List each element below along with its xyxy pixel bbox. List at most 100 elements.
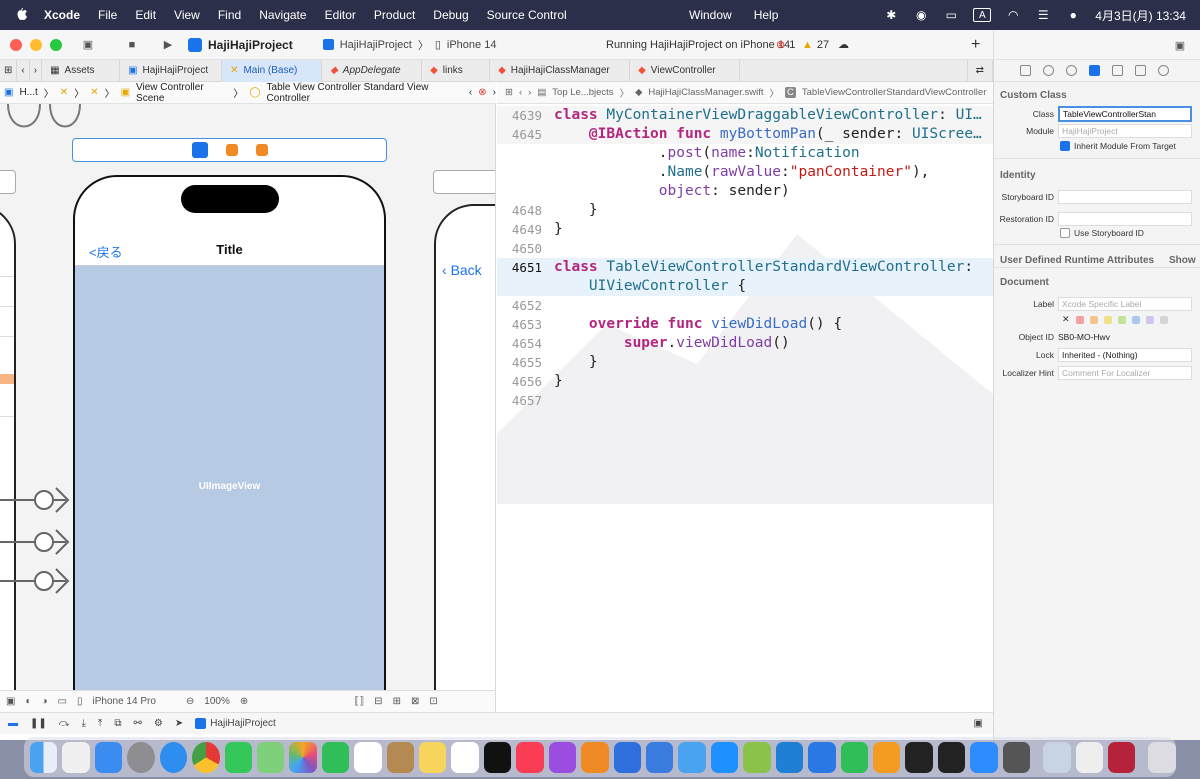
vscode-icon[interactable] [775,741,804,773]
red-swatch[interactable] [1075,315,1084,324]
podcasts-icon[interactable] [548,741,577,773]
play-circle-icon[interactable]: ◉ [913,8,929,22]
jump-scene[interactable]: View Controller Scene [136,82,227,104]
yellow-swatch[interactable] [1103,315,1112,324]
project-title[interactable]: HajiHajiProject [188,37,293,52]
code-line[interactable]: object: sender) [497,182,993,201]
next-scene[interactable]: ‹ Back [434,204,495,690]
use-storyboard-id-row[interactable]: Use Storyboard ID [1060,228,1144,238]
size-inspector-icon[interactable] [1135,65,1146,76]
storyboard-canvas[interactable]: <戻る Title UIImageView ‹ Back [0,104,496,690]
menu-find[interactable]: Find [218,8,241,22]
scene-dock[interactable] [72,138,387,162]
memory-graph-icon[interactable]: ⚯ [133,718,141,729]
textedit-icon[interactable] [1075,741,1103,773]
blue-swatch[interactable] [1131,315,1140,324]
safari-icon[interactable] [159,741,188,773]
code-line[interactable]: 4655 } [497,353,993,372]
tab-appdelegate[interactable]: ◆ AppDelegate [322,59,423,82]
code-line[interactable]: 4648 } [497,201,993,220]
app-store-icon[interactable] [710,741,739,773]
previous-scene[interactable] [0,204,16,690]
code-line[interactable]: 4657 [497,391,993,410]
input-source-indicator[interactable]: A [973,8,992,22]
pages-icon[interactable] [872,741,901,773]
notes-icon[interactable] [419,741,447,773]
photos-icon[interactable] [289,741,317,773]
inherit-module-checkbox[interactable] [1060,141,1070,151]
clear-color-icon[interactable]: ✕ [1062,314,1070,325]
keynote-icon[interactable] [808,741,836,773]
back-icon[interactable]: ‹ [519,87,522,98]
zoom-level[interactable]: 100% [204,696,230,707]
help-inspector-icon[interactable] [1066,65,1077,76]
chrome-icon[interactable] [192,741,220,773]
numbers-icon[interactable] [840,741,868,773]
chevron-right-icon[interactable]: › [493,87,496,98]
zoom-in-icon[interactable]: ⊕ [240,696,248,707]
zoom-out-icon[interactable]: ⊖ [186,696,194,707]
inspector-toggle-icon[interactable]: ▣ [1170,35,1190,55]
menu-editor[interactable]: Editor [325,8,356,22]
apple-icon[interactable] [14,7,30,23]
siri-icon[interactable]: ● [1065,8,1081,22]
update-frames-icon[interactable]: ⟦⟧ [354,696,364,707]
coda-icon[interactable] [743,741,771,773]
view-hierarchy-icon[interactable]: ⧉ [114,718,121,729]
instruments-icon[interactable] [646,741,674,773]
messages-icon[interactable] [224,741,252,773]
device-icon[interactable]: ▯ [77,696,83,707]
tab-assets[interactable]: ▦ Assets [42,59,121,82]
jump-first[interactable]: H...t [19,87,37,98]
menubar-clock[interactable]: 4月3日(月) 13:34 [1095,7,1186,24]
code-line[interactable]: 4653 override func viewDidLoad() { [497,315,993,334]
apple-tv-icon[interactable] [483,741,512,773]
close-window-button[interactable] [10,38,22,51]
run-icon[interactable]: ▶ [158,35,178,55]
use-storyboard-id-checkbox[interactable] [1060,228,1070,238]
facetime-icon[interactable] [321,741,350,773]
view-controller-icon[interactable] [191,142,208,158]
tab-main-storyboard[interactable]: ✕ Main (Base) [222,59,323,82]
gray-swatch[interactable] [1159,315,1168,324]
debug-area-toggle-icon[interactable]: ▬ [8,718,18,729]
embed-icon[interactable]: ⊡ [429,696,437,707]
menu-view[interactable]: View [174,8,200,22]
contacts-icon[interactable] [386,741,415,773]
step-out-icon[interactable]: ⤒ [98,718,102,729]
navigation-bar[interactable]: <戻る Title [75,232,384,266]
zoom-window-button[interactable] [50,38,62,51]
code-line[interactable]: 4639 class MyContainerViewDraggableViewCo… [497,106,993,125]
mail-icon[interactable] [94,741,123,773]
class-field[interactable]: TableViewControllerStan [1058,106,1192,122]
dictionary-icon[interactable] [1107,741,1136,773]
inherit-module-row[interactable]: Inherit Module From Target [1060,141,1176,151]
first-responder-icon[interactable] [225,144,238,156]
maps-icon[interactable] [256,741,285,773]
forward-icon[interactable]: › [30,59,43,82]
tab-classmanager[interactable]: ◆ HajiHajiClassManager [490,59,631,82]
code-line[interactable]: 4649} [497,220,993,239]
menu-debug[interactable]: Debug [433,8,468,22]
storyboard-icon[interactable]: ✕ [90,87,98,98]
zoom-icon[interactable] [970,741,998,773]
segue-arrows[interactable] [0,484,80,594]
control-center-icon[interactable]: ☰ [1035,8,1051,22]
location-icon[interactable]: ➤ [175,718,183,729]
menu-file[interactable]: File [98,8,117,22]
storyboard-id-field[interactable] [1058,190,1192,204]
jump-controller[interactable]: Table View Controller Standard View Cont… [267,82,459,104]
code-line[interactable]: 4656} [497,372,993,391]
minimize-window-button[interactable] [30,38,42,51]
show-runtime-attributes[interactable]: Show [1169,255,1196,266]
jump-file[interactable]: HajiHajiClassManager.swift [648,87,763,98]
chatgpt-icon[interactable] [905,741,933,773]
tab-project[interactable]: ▣ HajiHajiProject [120,59,223,82]
back-icon[interactable]: ‹ [17,59,30,82]
appearance-icon[interactable]: ◐ [25,696,31,707]
menu-edit[interactable]: Edit [135,8,156,22]
storyboard-icon[interactable]: ✕ [60,87,68,98]
system-settings-icon[interactable] [127,741,155,773]
debug-target[interactable]: HajiHajiProject [210,718,276,729]
iphone-scene[interactable]: <戻る Title UIImageView [73,175,386,690]
